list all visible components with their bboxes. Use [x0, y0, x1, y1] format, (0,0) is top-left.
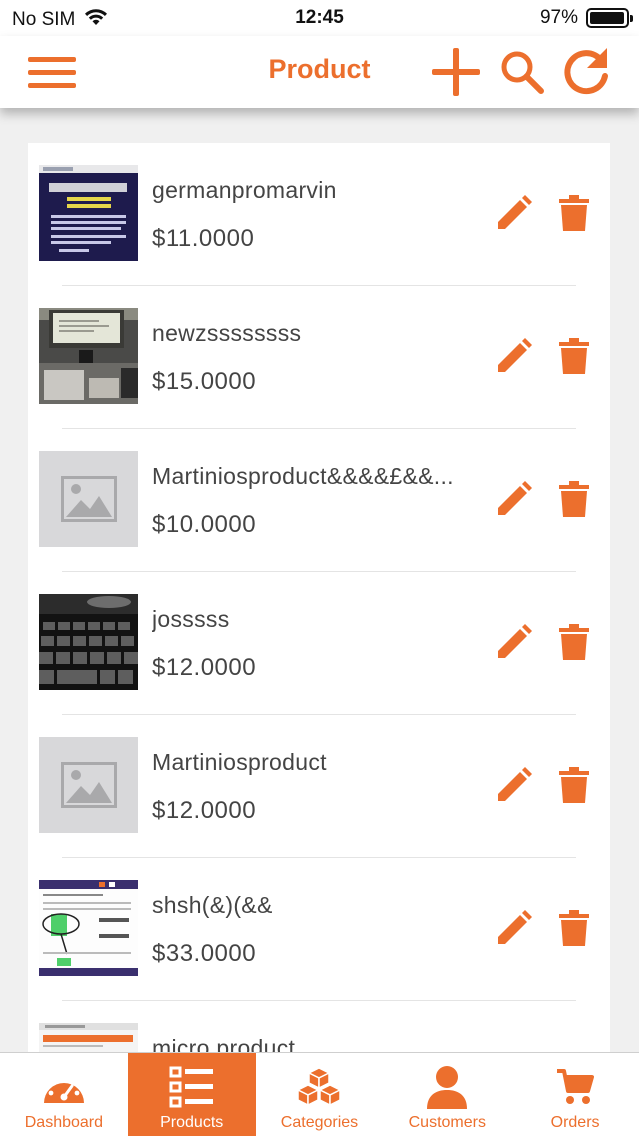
- delete-icon[interactable]: [554, 193, 594, 233]
- product-name: newzssssssss: [152, 320, 302, 346]
- battery-icon: [586, 8, 633, 28]
- product-price: $12.0000: [152, 797, 257, 824]
- tab-categories[interactable]: Categories: [256, 1053, 384, 1136]
- product-row[interactable]: josssss $12.0000: [28, 572, 610, 715]
- product-price: $33.0000: [152, 940, 257, 967]
- product-thumbnail: [39, 165, 138, 261]
- product-name: shsh(&)(&&: [152, 892, 273, 918]
- product-price: $12.0000: [152, 654, 257, 681]
- speedometer-icon: [0, 1063, 128, 1111]
- product-price: $11.0000: [152, 225, 255, 252]
- product-name: Martiniosproduct&&&&£&&...: [152, 463, 454, 489]
- edit-icon[interactable]: [494, 908, 534, 948]
- product-thumbnail: [39, 737, 138, 833]
- product-price: $10.0000: [152, 511, 257, 538]
- product-thumbnail: [39, 308, 138, 404]
- person-icon: [383, 1063, 511, 1111]
- image-placeholder-icon: [39, 737, 138, 833]
- edit-icon[interactable]: [494, 336, 534, 376]
- boxes-icon: [256, 1063, 384, 1111]
- tab-label: Orders: [550, 1114, 600, 1131]
- status-bar: No SIM 12:45 97%: [0, 0, 639, 36]
- product-row[interactable]: shsh(&)(&& $33.0000: [28, 858, 610, 1001]
- status-right: 97%: [539, 7, 633, 29]
- nav-bar: Product: [0, 36, 639, 108]
- tab-label: Categories: [280, 1114, 359, 1131]
- product-thumbnail: [39, 594, 138, 690]
- product-name: germanpromarvin: [152, 177, 337, 203]
- search-icon[interactable]: [496, 46, 548, 98]
- tab-customers[interactable]: Customers: [383, 1053, 511, 1136]
- tab-label: Products: [160, 1114, 224, 1131]
- product-thumbnail: [39, 1023, 138, 1053]
- product-name: Martiniosproduct: [152, 749, 327, 775]
- tab-bar: Dashboard Products Categories Customers …: [0, 1052, 639, 1136]
- product-name: josssss: [152, 606, 230, 632]
- tab-dashboard[interactable]: Dashboard: [0, 1053, 128, 1136]
- product-row[interactable]: micro product: [28, 1001, 610, 1053]
- product-row[interactable]: germanpromarvin $11.0000: [28, 143, 610, 286]
- product-thumbnail: [39, 451, 138, 547]
- edit-icon[interactable]: [494, 479, 534, 519]
- delete-icon[interactable]: [554, 908, 594, 948]
- product-price: $15.0000: [152, 368, 257, 395]
- cart-icon: [511, 1063, 639, 1111]
- product-thumbnail: [39, 880, 138, 976]
- delete-icon[interactable]: [554, 765, 594, 805]
- edit-icon[interactable]: [494, 622, 534, 662]
- product-name: micro product: [152, 1035, 296, 1053]
- edit-icon[interactable]: [494, 193, 534, 233]
- battery-fill: [590, 12, 624, 24]
- product-row[interactable]: Martiniosproduct $12.0000: [28, 715, 610, 858]
- delete-icon[interactable]: [554, 336, 594, 376]
- add-icon[interactable]: [430, 46, 482, 98]
- battery-percent: 97%: [539, 7, 578, 28]
- refresh-icon[interactable]: [560, 46, 612, 98]
- product-list: germanpromarvin $11.0000 newzssssssss $1…: [28, 143, 610, 1053]
- list-icon: [128, 1063, 256, 1111]
- product-row[interactable]: Martiniosproduct&&&&£&&... $10.0000: [28, 429, 610, 572]
- image-placeholder-icon: [39, 451, 138, 547]
- product-row[interactable]: newzssssssss $15.0000: [28, 286, 610, 429]
- tab-orders[interactable]: Orders: [511, 1053, 639, 1136]
- edit-icon[interactable]: [494, 765, 534, 805]
- tab-label: Dashboard: [24, 1114, 104, 1131]
- delete-icon[interactable]: [554, 479, 594, 519]
- tab-products[interactable]: Products: [127, 1053, 256, 1136]
- tab-label: Customers: [408, 1114, 486, 1131]
- delete-icon[interactable]: [554, 622, 594, 662]
